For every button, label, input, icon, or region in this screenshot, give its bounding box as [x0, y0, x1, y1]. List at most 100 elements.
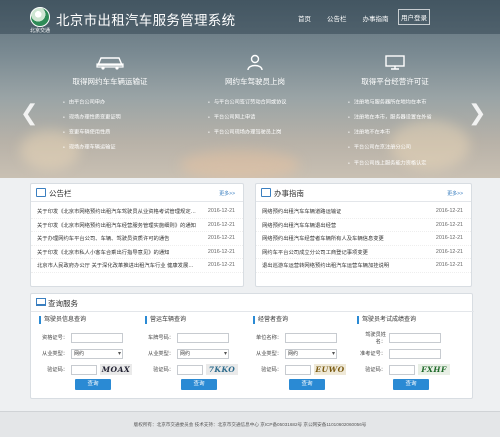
feature-item[interactable]: 平台公司现场办理驾驶员上岗 — [208, 125, 320, 140]
guide-date: 2016-12-21 — [435, 221, 463, 228]
list-item[interactable]: 网络预约出租汽车经营者车辆所有人及车辆信息变更 2016-12-21 — [256, 232, 471, 246]
list-item[interactable]: 北京市人民政府办公厅 关于深化改革推进出租汽车行业 健康发展的... 2016-1… — [31, 259, 243, 273]
chevron-right-icon[interactable]: ❯ — [468, 100, 486, 126]
query-section-title: 驾驶员信息查询 — [39, 316, 149, 324]
nav-guide[interactable]: 办事指南 — [363, 13, 389, 23]
notice-date: 2016-12-21 — [207, 208, 235, 215]
feature-item[interactable]: 与平台公司签订劳动合同或协议 — [208, 95, 320, 110]
list-item[interactable]: 退出巡游车运营转网络预约出租汽车运营车辆加挂说明 2016-12-21 — [256, 259, 471, 273]
nav-home[interactable]: 首页 — [298, 13, 311, 23]
service-type-select[interactable]: 网约 — [285, 348, 337, 359]
guide-link[interactable]: 网络预约出租汽车经营者车辆所有人及车辆信息变更 — [262, 234, 384, 242]
top-nav: 首页 公告栏 办事指南 用户登录 — [298, 9, 430, 25]
field-label: 准考证号： — [360, 351, 386, 357]
chevron-left-icon[interactable]: ❮ — [20, 100, 38, 126]
guide-title: 办事指南 — [274, 189, 304, 198]
logo-subtitle: 北京交通 — [29, 28, 50, 34]
feature-item[interactable]: 注册地与服务器所在地均在本市 — [348, 95, 460, 110]
list-item[interactable]: 关于办理网约车平台公司、车辆、驾驶员资质许可的通告 2016-12-21 — [31, 232, 243, 246]
captcha-image[interactable]: MOAX — [100, 364, 132, 375]
guide-date: 2016-12-21 — [435, 235, 463, 242]
field-label: 验证码： — [153, 367, 174, 373]
field-label: 从业类型： — [256, 351, 282, 357]
feature-platform: 取得平台经营许可证 注册地与服务器所在地均在本市 注册地在本市，服务器设置在外省… — [330, 54, 460, 171]
field-label: 验证码： — [261, 367, 282, 373]
captcha-image[interactable]: FXHF — [418, 364, 450, 375]
list-item[interactable]: 关于印发《北京市网络预约出租汽车经营服务管理实施细则》的通知 2016-12-21 — [31, 219, 243, 232]
captcha-input[interactable] — [389, 364, 415, 375]
guide-link[interactable]: 网络预约出租汽车车辆退出经营 — [262, 221, 336, 229]
captcha-input[interactable] — [285, 364, 311, 375]
list-item[interactable]: 网络预约出租汽车车辆道路运输证 2016-12-21 — [256, 205, 471, 219]
guide-link[interactable]: 退出巡游车运营转网络预约出租汽车运营车辆加挂说明 — [262, 261, 389, 269]
query-button[interactable]: 查询 — [75, 379, 111, 390]
query-button[interactable]: 查询 — [181, 379, 217, 390]
feature-item[interactable]: 由平台公司申办 — [63, 95, 175, 110]
captcha-image[interactable]: EUWO — [314, 364, 346, 375]
guide-link[interactable]: 网络预约出租汽车车辆道路运输证 — [262, 207, 341, 215]
guide-more-link[interactable]: 更多>> — [447, 190, 463, 197]
list-item[interactable]: 网络预约出租汽车车辆退出经营 2016-12-21 — [256, 219, 471, 232]
query-button[interactable]: 查询 — [289, 379, 325, 390]
list-item[interactable]: 网约车平台公司成立分公司工商登记事项变更 2016-12-21 — [256, 246, 471, 259]
notice-title: 公告栏 — [49, 189, 72, 198]
notice-panel: 公告栏 更多>> 关于印发《北京市网络预约出租汽车驾驶员从业资格考试管理规定（试… — [30, 183, 244, 287]
feature-item[interactable]: 现场办理性质变更证明 — [63, 110, 175, 125]
query-title: 查询服务 — [48, 299, 78, 308]
driver-name-input[interactable] — [389, 332, 441, 343]
guide-date: 2016-12-21 — [435, 248, 463, 255]
service-type-select[interactable]: 网约 — [71, 348, 123, 359]
feature-title: 取得平台经营许可证 — [361, 77, 429, 86]
feature-item[interactable]: 平台公司线上服务能力资格认定 — [348, 156, 460, 171]
guide-link[interactable]: 网约车平台公司成立分公司工商登记事项变更 — [262, 248, 368, 256]
site-footer: 版权所有：北京市交通委员会 技术支持：北京市交通信息中心 京ICP备050316… — [0, 411, 500, 437]
feature-title: 网约车驾驶员上岗 — [225, 77, 285, 86]
feature-item[interactable]: 现场办理车辆运输证 — [63, 140, 175, 155]
query-operator: 经营者查询 单位名称： 从业类型：网约 验证码： EUWO 查询 — [253, 316, 363, 390]
notice-link[interactable]: 关于办理网约车平台公司、车辆、驾驶员资质许可的通告 — [37, 234, 169, 242]
notice-link[interactable]: 关于印发《北京市私人小客车合乘出行指导意见》的通知 — [37, 248, 169, 256]
notice-link[interactable]: 关于印发《北京市网络预约出租汽车驾驶员从业资格考试管理规定（试... — [37, 207, 197, 215]
guide-icon — [261, 188, 271, 197]
guide-panel: 办事指南 更多>> 网络预约出租汽车车辆道路运输证 2016-12-21 网络预约… — [255, 183, 472, 287]
admission-number-input[interactable] — [389, 348, 441, 359]
plate-number-input[interactable] — [177, 332, 229, 343]
query-vehicle: 营运车辆查询 车牌号码： 从业类型：网约 验证码： 7KKO 查询 — [145, 316, 255, 390]
nav-login-button[interactable]: 用户登录 — [398, 9, 430, 25]
field-label: 驾驶员姓名： — [365, 331, 386, 345]
logo-icon[interactable] — [30, 7, 50, 27]
feature-item[interactable]: 平台公司在京注册分公司 — [348, 140, 460, 155]
license-number-input[interactable] — [71, 332, 123, 343]
query-button[interactable]: 查询 — [393, 379, 429, 390]
list-item[interactable]: 关于印发《北京市私人小客车合乘出行指导意见》的通知 2016-12-21 — [31, 246, 243, 259]
service-type-select[interactable]: 网约 — [177, 348, 229, 359]
field-label: 从业类型： — [148, 351, 174, 357]
notice-more-link[interactable]: 更多>> — [219, 190, 235, 197]
notice-header: 公告栏 更多>> — [31, 184, 243, 202]
field-label: 单位名称： — [256, 335, 282, 341]
guide-date: 2016-12-21 — [435, 208, 463, 215]
feature-item[interactable]: 平台公司网上申请 — [208, 110, 320, 125]
monitor-icon — [36, 298, 46, 306]
query-exam-score: 驾驶员考试成绩查询 驾驶员姓名： 准考证号： 验证码： FXHF 查询 — [357, 316, 467, 390]
field-label: 验证码： — [47, 367, 68, 373]
field-label: 车牌号码： — [148, 335, 174, 341]
captcha-input[interactable] — [71, 364, 97, 375]
notice-icon — [36, 188, 46, 197]
query-section-title: 经营者查询 — [253, 316, 363, 324]
company-name-input[interactable] — [285, 332, 337, 343]
notice-date: 2016-12-21 — [207, 248, 235, 255]
site-header: 北京交通 北京市出租汽车服务管理系统 首页 公告栏 办事指南 用户登录 — [0, 0, 500, 34]
notice-link[interactable]: 关于印发《北京市网络预约出租汽车经营服务管理实施细则》的通知 — [37, 221, 196, 229]
feature-item[interactable]: 注册地在本市，服务器设置在外省 — [348, 110, 460, 125]
field-label: 资格证号： — [42, 335, 68, 341]
captcha-input[interactable] — [177, 364, 203, 375]
notice-link[interactable]: 北京市人民政府办公厅 关于深化改革推进出租汽车行业 健康发展的... — [37, 261, 197, 269]
feature-item[interactable]: 变更车辆使用性质 — [63, 125, 175, 140]
feature-item[interactable]: 注册地不在本市 — [348, 125, 460, 140]
captcha-image[interactable]: 7KKO — [206, 364, 238, 375]
nav-notice[interactable]: 公告栏 — [327, 13, 347, 23]
query-panel: 查询服务 驾驶员信息查询 资格证号： 从业类型：网约 验证码：MOAX 查询 营… — [30, 293, 474, 399]
site-title: 北京市出租汽车服务管理系统 — [56, 13, 236, 28]
list-item[interactable]: 关于印发《北京市网络预约出租汽车驾驶员从业资格考试管理规定（试... 2016-1… — [31, 205, 243, 219]
